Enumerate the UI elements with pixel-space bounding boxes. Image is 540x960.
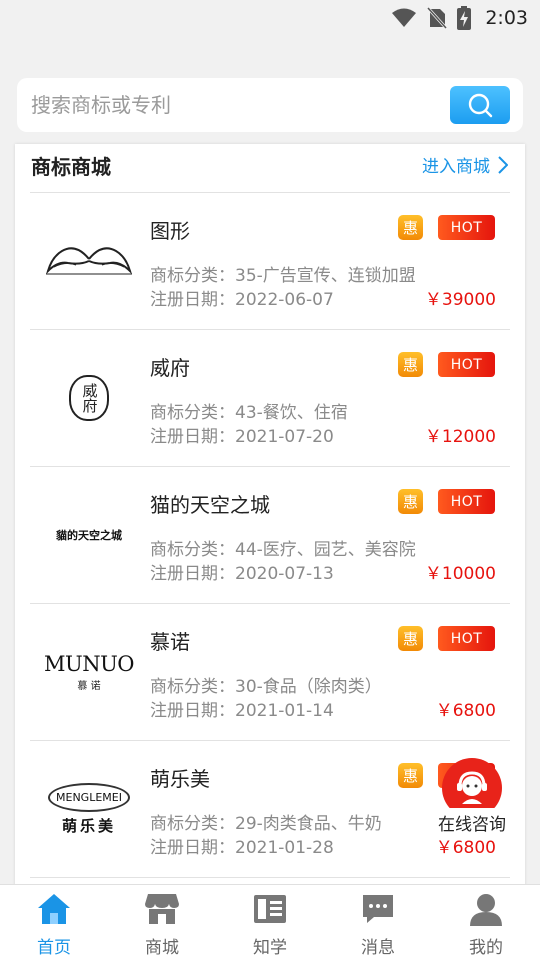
trademark-price: ￥10000	[424, 564, 496, 584]
registration-date: 注册日期：2020-07-13	[150, 564, 334, 584]
online-consult-button[interactable]: 在线咨询	[430, 758, 514, 837]
discount-badge: 惠	[398, 215, 423, 240]
search-bar	[17, 78, 523, 132]
search-icon	[468, 93, 493, 118]
user-icon	[468, 891, 504, 927]
mustache-logo-graphic	[46, 247, 132, 275]
registration-date: 注册日期：2021-01-28	[150, 838, 334, 858]
wifi-icon	[392, 8, 417, 27]
message-icon	[360, 891, 396, 927]
trademark-logo: 威府	[44, 356, 134, 440]
trademark-price: ￥39000	[424, 290, 496, 310]
trademark-price: ￥12000	[424, 427, 496, 447]
munuo-logo-text: MUNUO	[44, 652, 135, 676]
trademark-logo: MENGLEMEI 萌乐美	[44, 767, 134, 851]
trademark-name: 萌乐美	[150, 767, 210, 791]
hot-badge: HOT	[438, 489, 495, 514]
tab-label: 知学	[253, 938, 287, 958]
list-item[interactable]: 貓的天空之城 猫的天空之城 惠 HOT 商标分类：44-医疗、园艺、美容院 注册…	[30, 467, 510, 604]
trademark-category: 商标分类：35-广告宣传、连锁加盟	[150, 266, 416, 286]
tab-profile[interactable]: 我的	[432, 885, 540, 960]
trademark-category: 商标分类：29-肉类食品、牛奶	[150, 814, 382, 834]
status-time: 2:03	[485, 7, 528, 29]
discount-badge: 惠	[398, 763, 423, 788]
trademark-logo: 貓的天空之城	[44, 493, 134, 577]
search-button[interactable]	[450, 86, 510, 124]
registration-date: 注册日期：2022-06-07	[150, 290, 334, 310]
section-title: 商标商城	[31, 155, 111, 179]
tab-label: 首页	[37, 938, 71, 958]
tab-label: 消息	[361, 938, 395, 958]
tab-home[interactable]: 首页	[0, 885, 108, 960]
trademark-category: 商标分类：30-食品（除肉类）	[150, 677, 382, 697]
chevron-right-icon	[498, 155, 508, 174]
registration-date: 注册日期：2021-01-14	[150, 701, 334, 721]
hot-badge: HOT	[438, 215, 495, 240]
search-input[interactable]	[31, 93, 431, 117]
weifu-logo-graphic: 威府	[69, 375, 109, 421]
discount-badge: 惠	[398, 489, 423, 514]
discount-badge: 惠	[398, 352, 423, 377]
no-sim-icon	[427, 7, 448, 29]
list-item[interactable]: 威府 威府 惠 HOT 商标分类：43-餐饮、住宿 注册日期：2021-07-2…	[30, 330, 510, 467]
home-icon	[36, 891, 72, 927]
bottom-tab-bar: 首页 商城 知学 消息 我的	[0, 884, 540, 960]
tab-messages[interactable]: 消息	[324, 885, 432, 960]
trademark-logo: MUNUO 慕 诺	[44, 630, 135, 714]
trademark-price: ￥6800	[435, 701, 496, 721]
trademark-name: 慕诺	[150, 630, 190, 654]
munuo-logo-subtext: 慕 诺	[77, 681, 101, 692]
trademark-name: 威府	[150, 356, 190, 380]
customer-service-icon	[457, 771, 487, 804]
status-bar: 2:03	[0, 0, 540, 36]
tab-label: 商城	[145, 938, 179, 958]
cat-sky-city-logo-text: 貓的天空之城	[56, 529, 122, 542]
enter-mall-label: 进入商城	[422, 157, 490, 177]
trademark-logo	[44, 219, 134, 303]
menglemei-logo-subtext: 萌乐美	[61, 816, 116, 835]
shop-icon	[144, 891, 180, 927]
consult-label: 在线咨询	[430, 808, 514, 837]
trademark-category: 商标分类：43-餐饮、住宿	[150, 403, 348, 423]
list-item[interactable]: MUNUO 慕 诺 慕诺 惠 HOT 商标分类：30-食品（除肉类） 注册日期：…	[30, 604, 510, 741]
trademark-name: 猫的天空之城	[150, 493, 270, 517]
trademark-name: 图形	[150, 219, 190, 243]
registration-date: 注册日期：2021-07-20	[150, 427, 334, 447]
menglemei-logo-text: MENGLEMEI	[48, 782, 130, 812]
tab-learn[interactable]: 知学	[216, 885, 324, 960]
list-item[interactable]: 图形 惠 HOT 商标分类：35-广告宣传、连锁加盟 注册日期：2022-06-…	[30, 193, 510, 330]
discount-badge: 惠	[398, 626, 423, 651]
book-icon	[252, 891, 288, 927]
section-header: 商标商城 进入商城	[30, 144, 510, 193]
enter-mall-link[interactable]: 进入商城	[422, 152, 508, 177]
tab-shop[interactable]: 商城	[108, 885, 216, 960]
hot-badge: HOT	[438, 352, 495, 377]
tab-label: 我的	[469, 938, 503, 958]
trademark-category: 商标分类：44-医疗、园艺、美容院	[150, 540, 416, 560]
battery-charging-icon	[457, 6, 472, 30]
hot-badge: HOT	[438, 626, 495, 651]
